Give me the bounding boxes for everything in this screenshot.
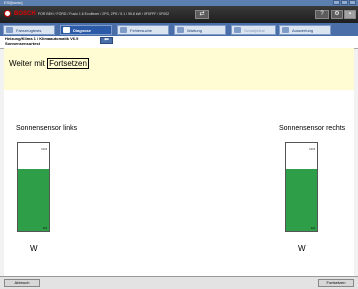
cancel-button[interactable]: Abbruch [4, 279, 40, 287]
circuit-icon [234, 27, 241, 33]
gauge-left: 13.0 0.0 [17, 142, 50, 232]
help-button[interactable]: ? [315, 10, 329, 19]
instruction-prefix: Weiter mit [9, 59, 45, 68]
tab-label: Wartung [187, 27, 202, 33]
minimize-button[interactable] [333, 0, 340, 5]
gauge-right: 13.0 0.0 [285, 142, 318, 232]
tab-label: Schaltpläne [244, 27, 265, 33]
gauge-title-right: Sonnensensor rechts [279, 125, 346, 132]
brand-name: BOSCH [14, 11, 36, 17]
check-icon [63, 27, 70, 33]
tab-wartung[interactable]: Wartung [174, 25, 226, 35]
gauge-title-left: Sonnensensor links [16, 125, 78, 132]
maximize-button[interactable] [341, 0, 348, 5]
gauge-max-left: 13.0 [41, 147, 47, 151]
tab-label: Fahrzeugtests [16, 27, 42, 33]
instruction-panel [4, 48, 354, 90]
tab-label: Auswertung [292, 27, 314, 33]
tab-label: Fehlersuche [130, 27, 153, 33]
back-arrow-icon: ⬅ [103, 37, 110, 43]
tab-fehlersuche[interactable]: Fehlersuche [117, 25, 169, 35]
arrow-icon: ⇄ [199, 11, 205, 17]
gauge-unit-right: W [298, 244, 306, 253]
gauge-fill-left [18, 169, 49, 231]
close-button[interactable] [349, 0, 356, 5]
tab-fahrzeugtests[interactable]: Fahrzeugtests [3, 25, 55, 35]
continue-button[interactable]: Fortsetzen [318, 279, 354, 287]
gauge-unit-left: W [30, 244, 38, 253]
bosch-logo-icon [4, 10, 11, 17]
tab-auswertung[interactable]: Auswertung [279, 25, 331, 35]
tab-label: Diagnose [73, 27, 92, 33]
car-search-icon [120, 27, 127, 33]
tab-diagnose[interactable]: Diagnose [60, 25, 112, 35]
instruction-continue-button[interactable]: Fortsetzen [47, 58, 89, 69]
settings-button[interactable]: ⚙ [331, 10, 343, 19]
back-button[interactable]: ⬅ [100, 37, 113, 44]
car-icon [6, 27, 13, 33]
vehicle-select-button[interactable]: ⇄ [195, 10, 209, 19]
gauge-max-right: 13.0 [309, 147, 315, 151]
window-title: ESI[tronic] [4, 0, 23, 5]
gauge-fill-right [286, 169, 317, 231]
page-title: Sonnensensortest [5, 41, 40, 46]
instruction-text: Weiter mit Fortsetzen [9, 58, 89, 69]
menu-button[interactable]: ▪ [344, 10, 356, 19]
gauge-min-left: 0.0 [42, 226, 47, 230]
wrench-icon [177, 27, 184, 33]
footer-bar [0, 276, 358, 289]
gear-icon: ⚙ [334, 11, 340, 17]
help-icon: ? [320, 11, 324, 17]
vehicle-info: FOR BEH / FORD / Fusio 1.6 Ecoflexer / 2… [38, 12, 170, 16]
menu-icon: ▪ [348, 11, 352, 17]
tab-schaltplaene[interactable]: Schaltpläne [231, 25, 276, 35]
report-icon [282, 27, 289, 33]
gauge-min-right: 0.0 [310, 226, 315, 230]
